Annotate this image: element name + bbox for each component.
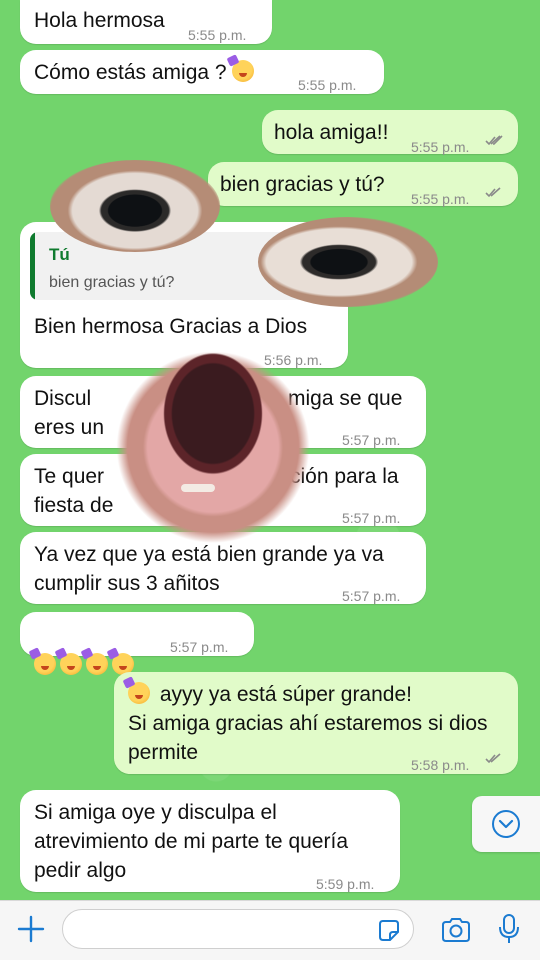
eye-sticker-left [50, 160, 220, 252]
read-double-check-icon [485, 187, 501, 198]
read-double-check-icon [485, 135, 503, 146]
message-text-line2: eres un [34, 416, 105, 439]
chat-area[interactable]: Hola hermosa 5:55 p.m. Cómo estás amiga … [0, 0, 540, 900]
open-mouth-sticker [103, 338, 323, 548]
plus-icon[interactable] [16, 914, 46, 944]
message-bubble-outgoing[interactable]: ayyy ya está súper grande! Si amiga grac… [114, 672, 518, 774]
partying-face-icon [60, 653, 82, 675]
camera-icon[interactable] [440, 916, 472, 944]
microphone-icon[interactable] [498, 913, 520, 945]
mouth-teeth [181, 484, 215, 492]
message-time: 5:57 p.m. [170, 639, 229, 655]
quote-author: Tú [49, 245, 70, 264]
message-time: 5:55 p.m. [411, 139, 470, 155]
smiling-face-with-hearts-icon [128, 682, 150, 704]
emoji-row [34, 622, 138, 680]
quote-accent-bar [30, 232, 35, 300]
message-bubble-incoming[interactable]: 5:57 p.m. [20, 612, 254, 675]
message-time: 5:58 p.m. [411, 757, 470, 773]
message-time: 5:55 p.m. [188, 27, 247, 43]
read-double-check-icon [485, 753, 501, 764]
message-bubble-outgoing[interactable]: bien gracias y tú? 5:55 p.m. [208, 162, 518, 207]
partying-face-icon [232, 60, 255, 82]
message-input[interactable] [62, 909, 414, 949]
eye-sticker-right [258, 217, 438, 307]
message-time: 5:55 p.m. [411, 191, 470, 207]
sticker-icon[interactable] [376, 918, 402, 944]
message-time: 5:55 p.m. [298, 77, 357, 93]
message-text: bien gracias y tú? [220, 173, 385, 196]
message-text-line1: ayyy ya está súper grande! [128, 680, 412, 709]
message-bubble-incoming[interactable]: Si amiga oye y disculpa el atrevimiento … [20, 790, 400, 892]
message-time: 5:57 p.m. [342, 588, 401, 604]
message-text: Si amiga oye y disculpa el atrevimiento … [34, 801, 348, 882]
quote-text: bien gracias y tú? [49, 274, 175, 291]
message-text-left: Discul [34, 387, 92, 410]
message-time: 5:57 p.m. [342, 510, 401, 526]
scroll-to-bottom-button[interactable] [472, 796, 540, 852]
chevron-down-icon [492, 810, 520, 838]
message-text-first-line: ayyy ya está súper grande! [159, 683, 412, 706]
message-text-left: Te quer [34, 465, 105, 488]
message-bubble-outgoing[interactable]: hola amiga!! 5:55 p.m. [262, 110, 518, 155]
message-text: Hola hermosa [34, 9, 165, 32]
message-bubble-incoming[interactable]: Cómo estás amiga ? 5:55 p.m. [20, 50, 384, 94]
message-bubble-incoming[interactable]: Hola hermosa 5:55 p.m. [20, 0, 272, 44]
message-text: Bien hermosa Gracias a Dios [34, 315, 308, 338]
message-text: Cómo estás amiga ? [34, 58, 258, 87]
message-time: 5:59 p.m. [316, 876, 375, 892]
message-text-body: Cómo estás amiga ? [34, 61, 227, 84]
message-time: 5:57 p.m. [342, 432, 401, 448]
composer-bar [0, 900, 540, 960]
partying-face-icon [86, 653, 108, 675]
message-text-line2: fiesta de [34, 494, 114, 517]
message-text: hola amiga!! [274, 121, 389, 144]
partying-face-icon [34, 653, 56, 675]
message-text: Ya vez que ya está bien grande ya va cum… [34, 543, 384, 595]
